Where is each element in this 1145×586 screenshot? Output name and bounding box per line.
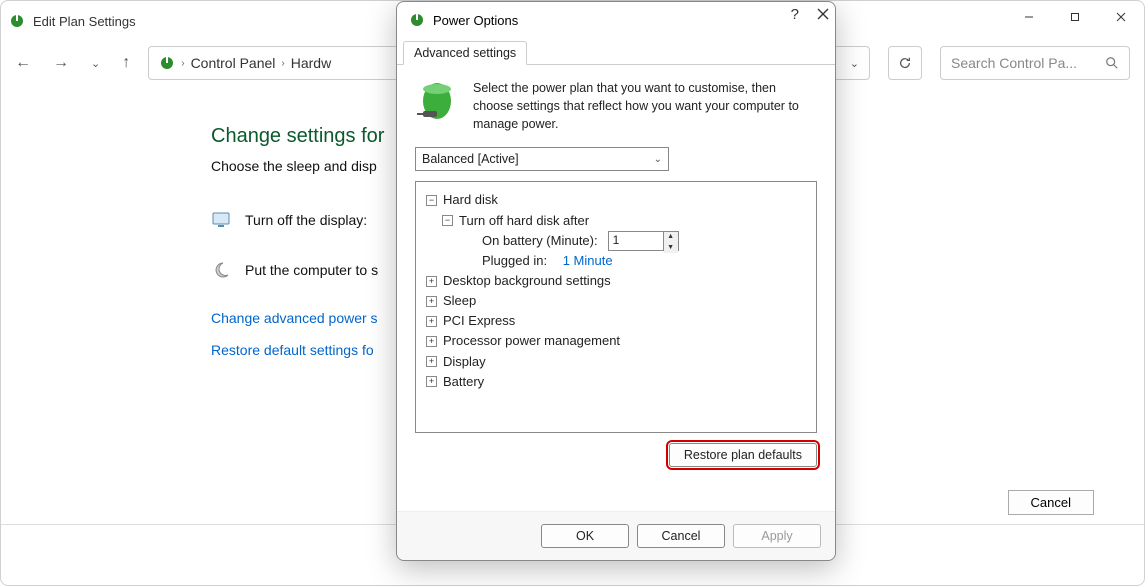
breadcrumb-next[interactable]: Hardw bbox=[291, 55, 331, 71]
monitor-icon bbox=[211, 210, 231, 230]
tree-battery[interactable]: Battery bbox=[443, 372, 484, 392]
expand-icon[interactable]: + bbox=[426, 376, 437, 387]
intro-text: Select the power plan that you want to c… bbox=[473, 79, 817, 133]
spin-down-icon[interactable]: ▼ bbox=[664, 243, 678, 254]
on-battery-spinner[interactable]: 1 ▲▼ bbox=[608, 231, 679, 251]
chevron-down-icon: ⌄ bbox=[654, 154, 662, 165]
breadcrumb-dropdown-icon[interactable]: ⌄ bbox=[850, 57, 859, 70]
restore-plan-defaults-button[interactable]: Restore plan defaults bbox=[669, 443, 817, 467]
refresh-button[interactable] bbox=[888, 46, 922, 80]
battery-plug-icon bbox=[415, 79, 459, 123]
help-button[interactable]: ? bbox=[791, 6, 799, 23]
spin-up-icon[interactable]: ▲ bbox=[664, 232, 678, 243]
power-plan-icon bbox=[9, 13, 25, 29]
tree-ppm[interactable]: Processor power management bbox=[443, 331, 620, 351]
power-options-dialog: Power Options ? Advanced settings Select… bbox=[396, 1, 836, 561]
moon-icon bbox=[211, 260, 231, 280]
ok-button[interactable]: OK bbox=[541, 524, 629, 548]
search-icon bbox=[1105, 56, 1119, 70]
breadcrumb-root[interactable]: Control Panel bbox=[191, 55, 276, 71]
tab-strip: Advanced settings bbox=[397, 40, 835, 65]
tree-pci[interactable]: PCI Express bbox=[443, 311, 515, 331]
tab-advanced-settings[interactable]: Advanced settings bbox=[403, 41, 527, 65]
tree-turn-off-after[interactable]: Turn off hard disk after bbox=[459, 211, 589, 231]
on-battery-label: On battery (Minute): bbox=[482, 231, 598, 251]
parent-window-title: Edit Plan Settings bbox=[33, 14, 136, 29]
nav-back-icon[interactable]: ← bbox=[15, 54, 31, 72]
nav-up-icon[interactable]: ↑ bbox=[122, 54, 130, 72]
edit-plan-settings-window: Edit Plan Settings ← → ⌄ ↑ › Control Pan… bbox=[0, 0, 1145, 586]
apply-button[interactable]: Apply bbox=[733, 524, 821, 548]
collapse-icon[interactable]: − bbox=[442, 215, 453, 226]
tree-sleep[interactable]: Sleep bbox=[443, 291, 476, 311]
power-options-icon bbox=[409, 12, 425, 28]
put-computer-sleep-label: Put the computer to s bbox=[245, 262, 378, 278]
nav-recent-chevron-icon[interactable]: ⌄ bbox=[91, 57, 100, 70]
dialog-title: Power Options bbox=[433, 13, 518, 28]
tree-display[interactable]: Display bbox=[443, 352, 486, 372]
plugged-in-label: Plugged in: bbox=[482, 251, 547, 271]
search-input[interactable]: Search Control Pa... bbox=[940, 46, 1130, 80]
expand-icon[interactable]: + bbox=[426, 316, 437, 327]
intro-row: Select the power plan that you want to c… bbox=[415, 79, 817, 133]
tree-desktop-bg[interactable]: Desktop background settings bbox=[443, 271, 611, 291]
search-placeholder: Search Control Pa... bbox=[951, 55, 1077, 71]
on-battery-value[interactable]: 1 bbox=[609, 232, 663, 250]
maximize-button[interactable] bbox=[1052, 1, 1098, 33]
tree-hard-disk[interactable]: Hard disk bbox=[443, 190, 498, 210]
dialog-titlebar: Power Options ? bbox=[397, 2, 835, 38]
chevron-right-icon: › bbox=[281, 58, 284, 69]
power-plan-select[interactable]: Balanced [Active] ⌄ bbox=[415, 147, 669, 171]
expand-icon[interactable]: + bbox=[426, 276, 437, 287]
expand-icon[interactable]: + bbox=[426, 336, 437, 347]
turn-off-display-label: Turn off the display: bbox=[245, 212, 367, 228]
minimize-button[interactable] bbox=[1006, 1, 1052, 33]
plan-selected-value: Balanced [Active] bbox=[422, 152, 519, 166]
close-button[interactable] bbox=[1098, 1, 1144, 33]
dialog-close-button[interactable] bbox=[817, 7, 829, 23]
collapse-icon[interactable]: − bbox=[426, 195, 437, 206]
plugged-in-value[interactable]: 1 Minute bbox=[563, 251, 613, 271]
settings-tree: −Hard disk −Turn off hard disk after On … bbox=[415, 181, 817, 433]
expand-icon[interactable]: + bbox=[426, 356, 437, 367]
dialog-footer: OK Cancel Apply bbox=[397, 511, 835, 560]
refresh-icon bbox=[898, 56, 912, 70]
expand-icon[interactable]: + bbox=[426, 296, 437, 307]
nav-forward-icon[interactable]: → bbox=[53, 54, 69, 72]
chevron-right-icon: › bbox=[181, 58, 184, 69]
cancel-button[interactable]: Cancel bbox=[637, 524, 725, 548]
parent-cancel-button[interactable]: Cancel bbox=[1008, 490, 1094, 515]
breadcrumb-icon bbox=[159, 55, 175, 71]
